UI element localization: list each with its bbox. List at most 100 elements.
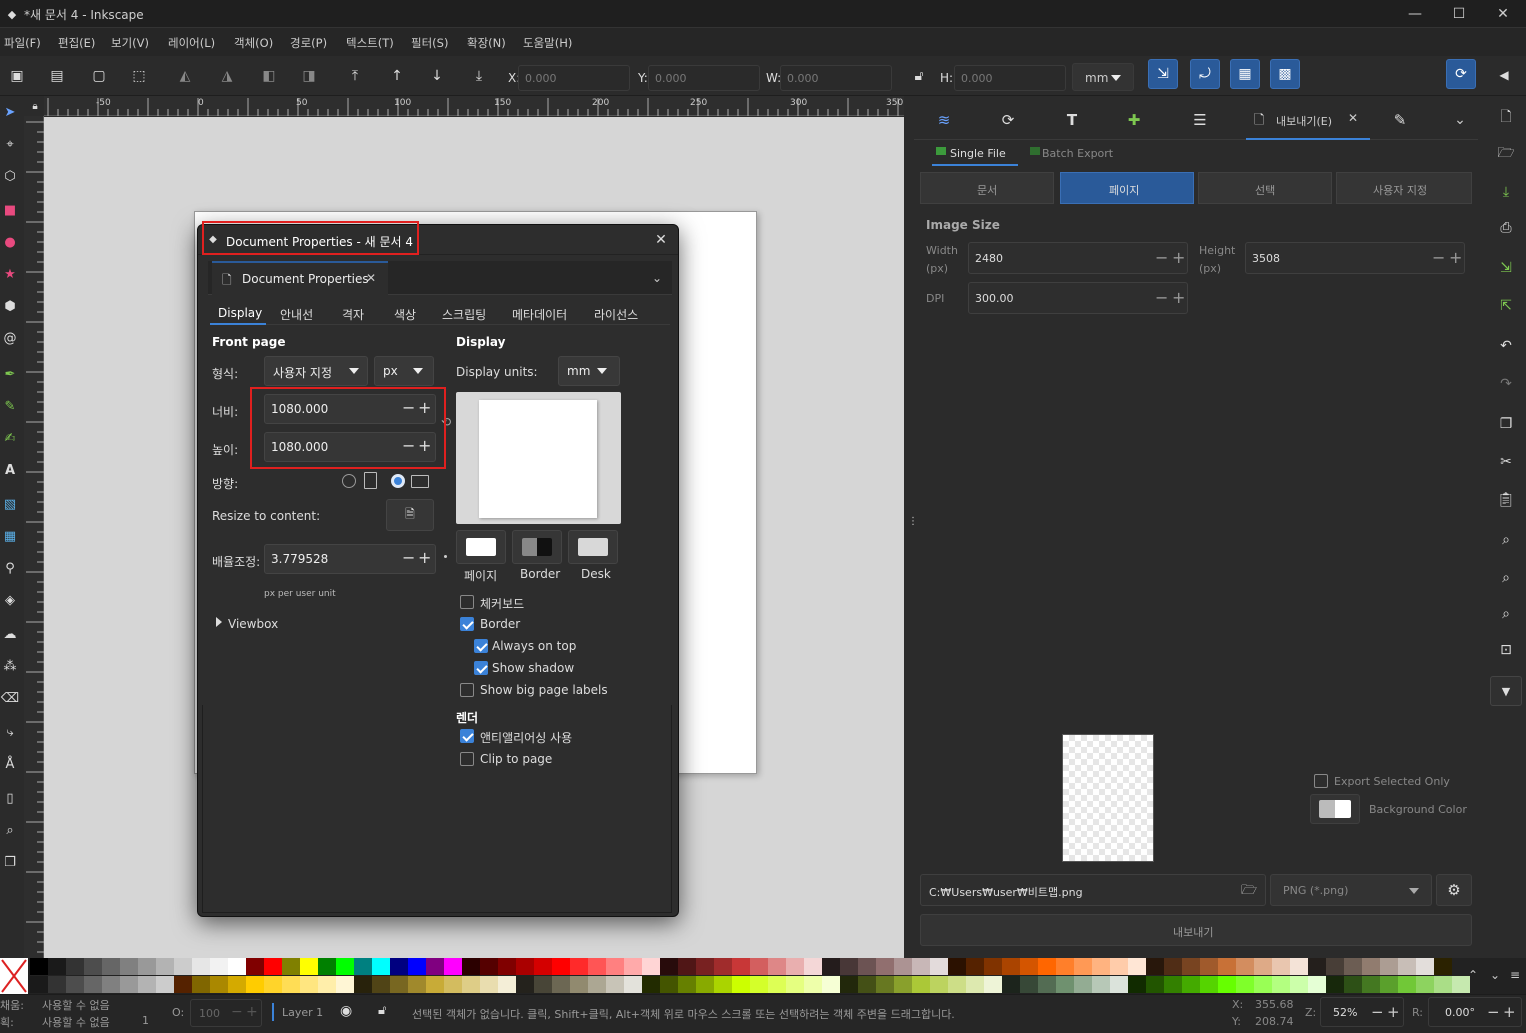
export-width-input[interactable]: 2480 − + <box>968 242 1188 274</box>
always-on-top-checkbox[interactable] <box>474 639 488 653</box>
undo-icon[interactable]: ↶ <box>1494 334 1518 358</box>
color-swatch[interactable] <box>372 976 390 993</box>
color-swatch[interactable] <box>840 958 858 975</box>
h-input[interactable]: 0.000 <box>954 65 1066 91</box>
color-swatch[interactable] <box>1038 976 1056 993</box>
ellipse-tool-icon[interactable]: ● <box>0 230 20 254</box>
color-swatch[interactable] <box>1398 958 1416 975</box>
transform-icon[interactable]: ⟳ <box>996 108 1020 132</box>
color-swatch[interactable] <box>714 958 732 975</box>
desk-color-button[interactable] <box>568 530 618 564</box>
color-swatch[interactable] <box>1164 976 1182 993</box>
unit-dropdown[interactable]: mm <box>1072 63 1134 91</box>
tab-close-icon[interactable]: ✕ <box>1348 111 1358 125</box>
color-swatch[interactable] <box>390 976 408 993</box>
color-swatch[interactable] <box>660 976 678 993</box>
target-selection[interactable]: 선택 <box>1198 172 1332 204</box>
color-swatch[interactable] <box>210 976 228 993</box>
color-swatch[interactable] <box>912 958 930 975</box>
color-swatch[interactable] <box>156 958 174 975</box>
plus-icon[interactable]: + <box>1449 248 1462 267</box>
page-color-button[interactable] <box>456 530 506 564</box>
expander-icon[interactable] <box>216 617 222 627</box>
menu-object[interactable]: 객체(O) <box>234 35 273 51</box>
color-swatch[interactable] <box>462 976 480 993</box>
zoom-page-icon[interactable]: ⌕ <box>1494 602 1518 626</box>
color-swatch[interactable] <box>858 976 876 993</box>
color-swatch[interactable] <box>1020 958 1038 975</box>
color-swatch[interactable] <box>714 976 732 993</box>
chevron-up-icon[interactable]: ⌃ <box>1466 968 1480 982</box>
color-swatch[interactable] <box>1416 958 1434 975</box>
color-swatch[interactable] <box>1434 958 1452 975</box>
color-swatch[interactable] <box>408 958 426 975</box>
color-swatch[interactable] <box>300 958 318 975</box>
subtab-license[interactable]: 라이선스 <box>594 306 638 323</box>
color-swatch[interactable] <box>1380 976 1398 993</box>
color-swatch[interactable] <box>1272 958 1290 975</box>
color-swatch[interactable] <box>1056 958 1074 975</box>
color-swatch[interactable] <box>480 976 498 993</box>
color-swatch[interactable] <box>264 958 282 975</box>
viewbox-expander[interactable]: Viewbox <box>228 617 278 631</box>
color-swatch[interactable] <box>30 976 48 993</box>
x-field[interactable]: X: 0.000 <box>508 65 632 91</box>
color-swatch[interactable] <box>390 958 408 975</box>
export-file-icon[interactable]: ⇱ <box>1494 294 1518 318</box>
menu-extensions[interactable]: 확장(N) <box>467 35 506 51</box>
color-swatch[interactable] <box>282 976 300 993</box>
zoom-input[interactable]: 52% − + <box>1320 997 1404 1027</box>
swatch-grid[interactable] <box>30 958 1470 994</box>
color-swatch[interactable] <box>120 976 138 993</box>
color-swatch[interactable] <box>192 976 210 993</box>
pages-tool-icon[interactable]: ▯ <box>0 786 20 810</box>
color-swatch[interactable] <box>678 958 696 975</box>
rotate-ccw-icon[interactable]: ◭ <box>172 63 198 89</box>
color-swatch[interactable] <box>912 976 930 993</box>
redo-icon[interactable]: ↷ <box>1494 372 1518 396</box>
color-swatch[interactable] <box>1290 976 1308 993</box>
color-swatch[interactable] <box>1416 976 1434 993</box>
color-swatch[interactable] <box>120 958 138 975</box>
measure-tool-icon[interactable]: Å <box>0 752 20 776</box>
big-labels-checkbox[interactable] <box>460 683 474 697</box>
color-swatch[interactable] <box>894 958 912 975</box>
menu-view[interactable]: 보기(V) <box>111 35 149 51</box>
color-swatch[interactable] <box>1182 976 1200 993</box>
x-input[interactable]: 0.000 <box>518 65 630 91</box>
pencil-tool-icon[interactable]: ✎ <box>0 394 20 418</box>
color-swatch[interactable] <box>948 976 966 993</box>
flip-horizontal-icon[interactable]: ◧ <box>256 63 282 89</box>
show-shadow-checkbox[interactable] <box>474 661 488 675</box>
close-icon[interactable]: ✕ <box>652 231 670 249</box>
tab-document-properties[interactable]: 🗋︎ Document Properties ✕ <box>212 261 388 295</box>
color-swatch[interactable] <box>1200 976 1218 993</box>
plus-icon[interactable]: + <box>1387 1003 1400 1021</box>
color-swatch[interactable] <box>732 976 750 993</box>
color-swatch[interactable] <box>1110 958 1128 975</box>
fill-stroke-icon[interactable]: ✎ <box>1388 108 1412 132</box>
color-swatch[interactable] <box>1308 976 1326 993</box>
color-swatch[interactable] <box>480 958 498 975</box>
text-tool-icon[interactable]: A <box>0 458 20 482</box>
shape-builder-icon[interactable]: ⬡ <box>0 164 20 188</box>
scale-stroke-icon[interactable]: ⇲ <box>1148 59 1178 89</box>
color-swatch[interactable] <box>984 958 1002 975</box>
color-swatch[interactable] <box>48 976 66 993</box>
color-swatch[interactable] <box>1074 976 1092 993</box>
color-swatch[interactable] <box>138 958 156 975</box>
color-swatch[interactable] <box>1020 976 1038 993</box>
h-field[interactable]: H: 0.000 <box>940 65 1068 91</box>
print-icon[interactable]: ⎙ <box>1494 216 1518 240</box>
color-swatch[interactable] <box>606 976 624 993</box>
color-swatch[interactable] <box>354 958 372 975</box>
color-swatch[interactable] <box>1002 976 1020 993</box>
color-swatch[interactable] <box>696 958 714 975</box>
folder-open-icon[interactable]: 🗁︎ <box>1241 881 1257 903</box>
opacity-input[interactable]: 100 − + <box>190 999 262 1027</box>
xml-editor-icon[interactable]: ✚ <box>1122 108 1146 132</box>
target-page[interactable]: 페이지 <box>1060 172 1194 204</box>
dpi-input[interactable]: 300.00 − + <box>968 282 1188 314</box>
page-tool-icon[interactable]: ❐ <box>0 850 20 874</box>
color-swatch[interactable] <box>822 976 840 993</box>
